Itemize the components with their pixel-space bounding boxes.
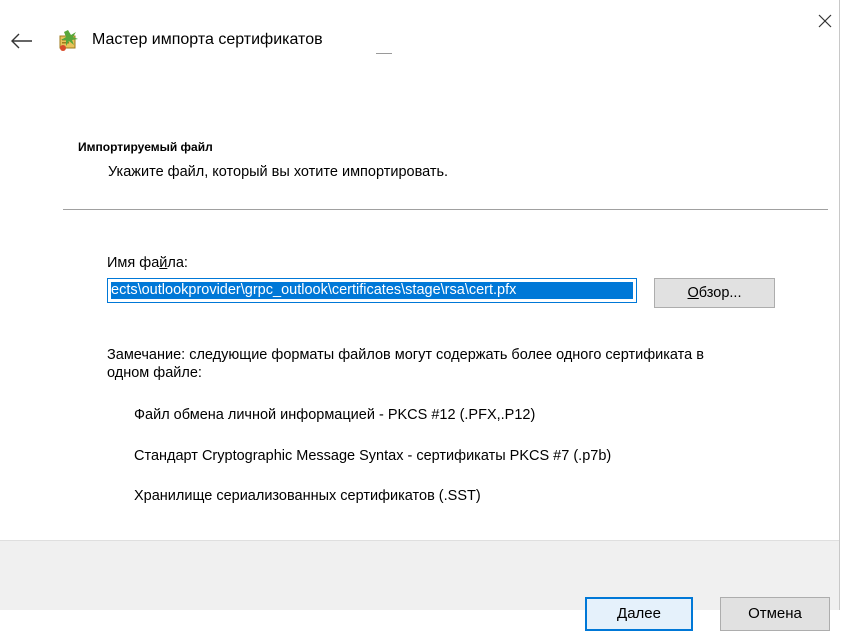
back-arrow-icon[interactable] <box>8 30 34 52</box>
next-button[interactable]: Далее <box>585 597 693 631</box>
format-item-p7b: Стандарт Cryptographic Message Syntax - … <box>134 448 612 464</box>
footer-divider <box>0 540 839 541</box>
filename-label-text-end: ла: <box>167 255 188 271</box>
filename-input[interactable]: ects\outlookprovider\grpc_outlook\certif… <box>107 278 637 303</box>
window-border <box>839 0 840 610</box>
format-item-pfx: Файл обмена личной информацией - PKCS #1… <box>134 407 536 423</box>
wizard-footer <box>0 540 839 610</box>
close-icon[interactable] <box>812 8 838 34</box>
header-separator <box>63 209 828 210</box>
window-title: Мастер импорта сертификатов <box>92 31 323 48</box>
certificate-import-wizard-window: Мастер импорта сертификатов Импортируемы… <box>0 0 842 631</box>
filename-label: Имя файла: <box>107 255 188 271</box>
format-item-sst: Хранилище сериализованных сертификатов (… <box>134 488 481 504</box>
browse-button[interactable]: Обзор... <box>654 278 775 308</box>
certificate-wizard-icon <box>54 26 82 54</box>
next-button-label: алее <box>627 605 661 622</box>
page-subheading: Укажите файл, который вы хотите импортир… <box>108 164 449 180</box>
title-divider <box>376 53 392 54</box>
filename-label-text-start: Имя фа <box>107 255 160 271</box>
browse-button-label: бзор... <box>698 285 742 301</box>
page-heading: Импортируемый файл <box>78 140 213 154</box>
filename-input-value: ects\outlookprovider\grpc_outlook\certif… <box>111 282 633 299</box>
cancel-button[interactable]: Отмена <box>720 597 830 631</box>
browse-button-accelerator: О <box>687 285 699 301</box>
next-button-accelerator: Д <box>617 605 628 622</box>
format-note: Замечание: следующие форматы файлов могу… <box>107 347 704 381</box>
